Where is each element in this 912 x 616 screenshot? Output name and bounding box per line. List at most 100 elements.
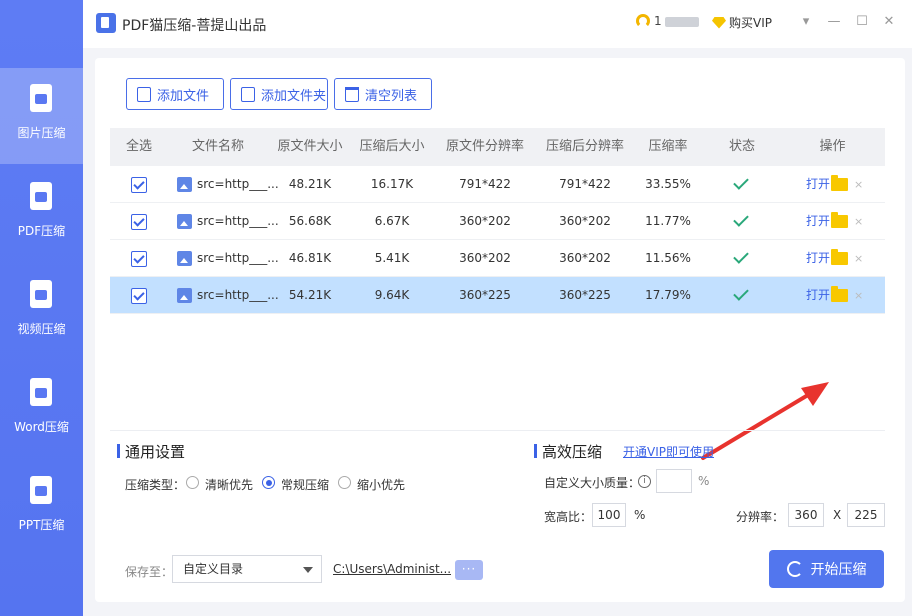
add-folder-icon <box>241 86 255 102</box>
main-panel: 添加文件 添加文件夹 清空列表 全选 文件名称 原文件大小 压缩后大小 原文件分… <box>95 58 905 602</box>
resolution-height-input[interactable]: 225 <box>847 503 885 527</box>
diamond-icon <box>712 16 726 29</box>
row-checkbox[interactable] <box>131 288 147 304</box>
sidebar-item-word-compress[interactable]: Word压缩 <box>0 362 83 458</box>
add-file-icon <box>137 86 151 102</box>
orig-res: 360*202 <box>459 251 511 265</box>
radio-smaller-first[interactable] <box>338 476 351 489</box>
sidebar-item-label: Word压缩 <box>14 420 69 434</box>
refresh-icon <box>786 561 803 577</box>
row-checkbox[interactable] <box>131 177 147 193</box>
resolution-width-input[interactable]: 360 <box>788 503 824 527</box>
table-row[interactable]: src=http___... 48.21K 16.17K 791*422 791… <box>110 166 885 203</box>
comp-size-header: 压缩后大小 <box>359 139 425 154</box>
app-logo-icon <box>96 13 116 33</box>
select-all-header[interactable]: 全选 <box>110 128 168 166</box>
delete-icon[interactable]: × <box>854 166 863 203</box>
pdf-file-icon <box>30 182 52 210</box>
user-name-redacted <box>664 16 699 27</box>
ratio: 17.79% <box>645 288 691 302</box>
folder-icon[interactable] <box>831 249 848 265</box>
status-header: 状态 <box>728 139 755 154</box>
comp-res: 360*225 <box>559 288 611 302</box>
save-location-value: 自定义目录 <box>183 562 244 576</box>
table-row[interactable]: src=http___... 46.81K 5.41K 360*202 360*… <box>110 240 885 277</box>
success-check-icon <box>733 248 749 264</box>
comp-res: 360*202 <box>559 214 611 228</box>
custom-quality-label: 自定义大小质量： <box>544 476 641 490</box>
ppt-file-icon <box>30 476 52 504</box>
image-file-icon <box>177 288 192 303</box>
folder-icon[interactable] <box>831 212 848 228</box>
folder-icon[interactable] <box>831 175 848 191</box>
orig-res: 360*225 <box>459 288 511 302</box>
orig-res-header: 原文件分辨率 <box>445 139 524 154</box>
open-vip-link[interactable]: 开通VIP即可使用 <box>623 443 714 460</box>
radio-clarity-first[interactable] <box>186 476 199 489</box>
compress-type-label: 压缩类型： <box>125 478 186 492</box>
aspect-ratio-label: 宽高比： <box>544 510 593 524</box>
option-smaller-first[interactable]: 缩小优先 <box>357 476 405 493</box>
row-checkbox[interactable] <box>131 251 147 267</box>
sidebar-item-image-compress[interactable]: 图片压缩 <box>0 68 83 164</box>
folder-icon[interactable] <box>831 286 848 302</box>
open-link[interactable]: 打开 <box>806 240 830 277</box>
row-checkbox[interactable] <box>131 214 147 230</box>
info-icon[interactable]: i <box>638 475 651 488</box>
open-link[interactable]: 打开 <box>806 277 830 314</box>
sidebar-item-label: 视频压缩 <box>17 322 66 336</box>
file-table: 全选 文件名称 原文件大小 压缩后大小 原文件分辨率 压缩后分辨率 压缩率 状态… <box>110 128 885 314</box>
comp-size: 6.67K <box>374 214 410 228</box>
open-link[interactable]: 打开 <box>806 166 830 203</box>
word-file-icon <box>30 378 52 406</box>
save-location-select[interactable]: 自定义目录 <box>172 555 322 583</box>
action-header: 操作 <box>819 139 846 154</box>
success-check-icon <box>733 211 749 227</box>
trash-icon <box>345 86 359 102</box>
add-file-button[interactable]: 添加文件 <box>126 78 224 110</box>
table-row[interactable]: src=http___... 56.68K 6.67K 360*202 360*… <box>110 203 885 240</box>
radio-normal-compress[interactable] <box>262 476 275 489</box>
comp-size: 16.17K <box>370 177 414 191</box>
sidebar-item-video-compress[interactable]: 视频压缩 <box>0 264 83 360</box>
sidebar-item-ppt-compress[interactable]: PPT压缩 <box>0 460 83 556</box>
close-icon[interactable]: ✕ <box>881 14 897 30</box>
open-link[interactable]: 打开 <box>806 203 830 240</box>
save-to-label: 保存至： <box>125 565 174 579</box>
maximize-icon[interactable]: ☐ <box>854 14 870 30</box>
user-name: 1 <box>654 14 662 28</box>
option-normal-compress[interactable]: 常规压缩 <box>281 476 329 493</box>
buy-vip-label: 购买VIP <box>729 16 772 30</box>
aspect-ratio-input[interactable]: 100 <box>592 503 626 527</box>
sidebar-item-pdf-compress[interactable]: PDF压缩 <box>0 166 83 262</box>
resolution-label: 分辨率： <box>736 510 785 524</box>
image-file-icon <box>177 214 192 229</box>
percent-sign: % <box>698 474 710 488</box>
minimize-icon[interactable]: — <box>826 14 842 30</box>
sidebar-item-label: 图片压缩 <box>17 126 66 140</box>
menu-dropdown-icon[interactable]: ▾ <box>798 14 814 30</box>
file-name-header: 文件名称 <box>191 139 244 154</box>
table-row-selected[interactable]: src=http___... 54.21K 9.64K 360*225 360*… <box>110 277 885 314</box>
sidebar-item-label: PPT压缩 <box>18 518 65 532</box>
success-check-icon <box>733 174 749 190</box>
delete-icon[interactable]: × <box>854 277 863 314</box>
start-compress-button[interactable]: 开始压缩 <box>769 550 884 588</box>
add-folder-button[interactable]: 添加文件夹 <box>230 78 328 110</box>
buy-vip-button[interactable]: 购买VIP <box>712 14 772 31</box>
delete-icon[interactable]: × <box>854 240 863 277</box>
user-account[interactable]: 1 <box>636 14 700 28</box>
orig-size: 46.81K <box>288 251 332 265</box>
sidebar: 图片压缩 PDF压缩 视频压缩 Word压缩 PPT压缩 <box>0 0 83 616</box>
delete-icon[interactable]: × <box>854 203 863 240</box>
clear-list-button[interactable]: 清空列表 <box>334 78 432 110</box>
chevron-down-icon <box>303 567 313 573</box>
clear-list-label: 清空列表 <box>365 88 418 104</box>
orig-res: 791*422 <box>459 177 511 191</box>
browse-more-button[interactable]: ··· <box>455 560 483 580</box>
comp-res: 791*422 <box>559 177 611 191</box>
save-path-link[interactable]: C:\Users\Administ... <box>333 562 451 576</box>
file-name: src=http___... <box>197 251 279 265</box>
custom-quality-input[interactable] <box>656 469 692 493</box>
option-clarity-first[interactable]: 清晰优先 <box>205 476 253 493</box>
